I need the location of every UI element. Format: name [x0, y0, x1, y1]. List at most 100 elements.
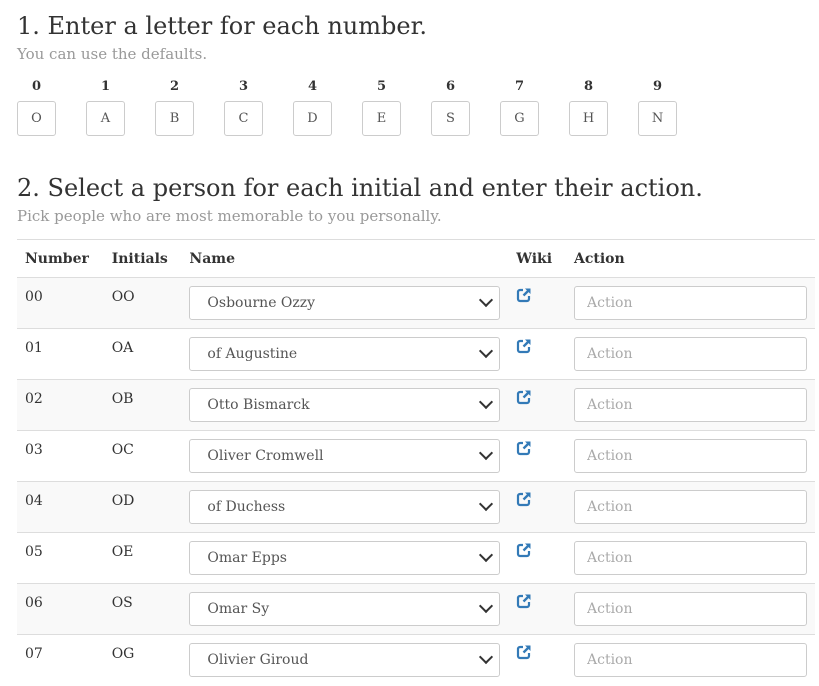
row-number: 07: [17, 634, 104, 685]
digit-letter-input-2[interactable]: [155, 101, 194, 136]
chevron-down-icon: [479, 598, 494, 614]
digit-label: 8: [583, 79, 594, 94]
row-initials: OO: [103, 277, 182, 329]
digit-label: 7: [514, 79, 525, 94]
row-number: 01: [17, 328, 104, 380]
person-select[interactable]: Omar Sy: [189, 592, 501, 626]
digit-letter-input-8[interactable]: [569, 101, 608, 136]
digit-label: 5: [376, 79, 387, 94]
action-input[interactable]: [574, 643, 807, 677]
person-select-value: of Duchess: [207, 499, 286, 515]
digit-letter-input-1[interactable]: [86, 101, 125, 136]
row-initials: OG: [103, 634, 182, 685]
digit-column-4: 4: [293, 78, 332, 136]
digit-label: 1: [100, 79, 111, 94]
row-initials: OB: [103, 379, 182, 431]
column-header-name: Name: [181, 239, 509, 278]
digit-column-7: 7: [500, 78, 539, 136]
table-row: 06 OS Omar Sy: [17, 583, 815, 635]
step2-subtitle: Pick people who are most memorable to yo…: [17, 207, 442, 225]
column-header-initials: Initials: [103, 239, 182, 278]
external-link-icon[interactable]: [516, 644, 532, 660]
external-link-icon[interactable]: [516, 593, 532, 609]
row-number: 02: [17, 379, 104, 431]
table-row: 02 OB Otto Bismarck: [17, 379, 815, 431]
chevron-down-icon: [479, 547, 494, 563]
digit-letter-input-3[interactable]: [224, 101, 263, 136]
person-select[interactable]: Osbourne Ozzy: [189, 286, 501, 320]
external-link-icon[interactable]: [516, 389, 532, 405]
table-row: 01 OA of Augustine: [17, 328, 815, 380]
action-input[interactable]: [574, 592, 807, 626]
action-input[interactable]: [574, 337, 807, 371]
person-select-value: of Augustine: [207, 346, 298, 362]
person-select[interactable]: Oliver Cromwell: [189, 439, 501, 473]
action-input[interactable]: [574, 439, 807, 473]
digit-label: 0: [31, 79, 42, 94]
column-header-action: Action: [566, 239, 815, 278]
person-select-value: Olivier Giroud: [207, 652, 309, 668]
row-number: 05: [17, 532, 104, 584]
digit-label: 9: [652, 79, 663, 94]
row-initials: OD: [103, 481, 182, 533]
action-input[interactable]: [574, 286, 807, 320]
person-select[interactable]: Olivier Giroud: [189, 643, 501, 677]
table-row: 07 OG Olivier Giroud: [17, 634, 815, 685]
person-select[interactable]: of Duchess: [189, 490, 501, 524]
digit-column-8: 8: [569, 78, 608, 136]
digit-column-6: 6: [431, 78, 470, 136]
digit-column-3: 3: [224, 78, 263, 136]
chevron-down-icon: [479, 394, 494, 410]
column-header-number: Number: [17, 239, 104, 278]
column-header-wiki: Wiki: [508, 239, 566, 278]
digit-column-0: 0: [17, 78, 56, 136]
digit-letter-input-9[interactable]: [638, 101, 677, 136]
person-select-value: Otto Bismarck: [207, 397, 310, 413]
person-select[interactable]: Omar Epps: [189, 541, 501, 575]
digit-letter-input-7[interactable]: [500, 101, 539, 136]
external-link-icon[interactable]: [516, 542, 532, 558]
digit-letter-input-6[interactable]: [431, 101, 470, 136]
table-row: 05 OE Omar Epps: [17, 532, 815, 584]
person-select-value: Omar Epps: [207, 550, 287, 566]
external-link-icon[interactable]: [516, 491, 532, 507]
chevron-down-icon: [479, 445, 494, 461]
step1-subtitle: You can use the defaults.: [17, 45, 208, 63]
step2-title: 2. Select a person for each initial and …: [17, 174, 703, 202]
digit-column-1: 1: [86, 78, 125, 136]
digit-letter-input-4[interactable]: [293, 101, 332, 136]
person-select[interactable]: of Augustine: [189, 337, 501, 371]
row-number: 00: [17, 277, 104, 329]
digit-column-9: 9: [638, 78, 677, 136]
row-number: 04: [17, 481, 104, 533]
external-link-icon[interactable]: [516, 287, 532, 303]
digit-letter-input-0[interactable]: [17, 101, 56, 136]
row-initials: OE: [103, 532, 182, 584]
chevron-down-icon: [479, 343, 494, 359]
chevron-down-icon: [479, 649, 494, 665]
row-initials: OS: [103, 583, 182, 635]
digit-label: 3: [238, 79, 249, 94]
row-initials: OA: [103, 328, 182, 380]
row-number: 06: [17, 583, 104, 635]
digit-label: 4: [307, 79, 318, 94]
table-header-row: Number Initials Name Wiki Action: [17, 239, 815, 278]
person-select[interactable]: Otto Bismarck: [189, 388, 501, 422]
action-input[interactable]: [574, 541, 807, 575]
digit-label: 6: [445, 79, 456, 94]
digit-label: 2: [169, 79, 180, 94]
digit-letter-input-5[interactable]: [362, 101, 401, 136]
chevron-down-icon: [479, 292, 494, 308]
digit-column-5: 5: [362, 78, 401, 136]
person-select-value: Omar Sy: [207, 601, 270, 617]
action-input[interactable]: [574, 388, 807, 422]
external-link-icon[interactable]: [516, 338, 532, 354]
person-select-value: Osbourne Ozzy: [207, 295, 316, 311]
digit-column-2: 2: [155, 78, 194, 136]
table-row: 00 OO Osbourne Ozzy: [17, 277, 815, 329]
row-number: 03: [17, 430, 104, 482]
external-link-icon[interactable]: [516, 440, 532, 456]
action-input[interactable]: [574, 490, 807, 524]
table-row: 03 OC Oliver Cromwell: [17, 430, 815, 482]
chevron-down-icon: [479, 496, 494, 512]
